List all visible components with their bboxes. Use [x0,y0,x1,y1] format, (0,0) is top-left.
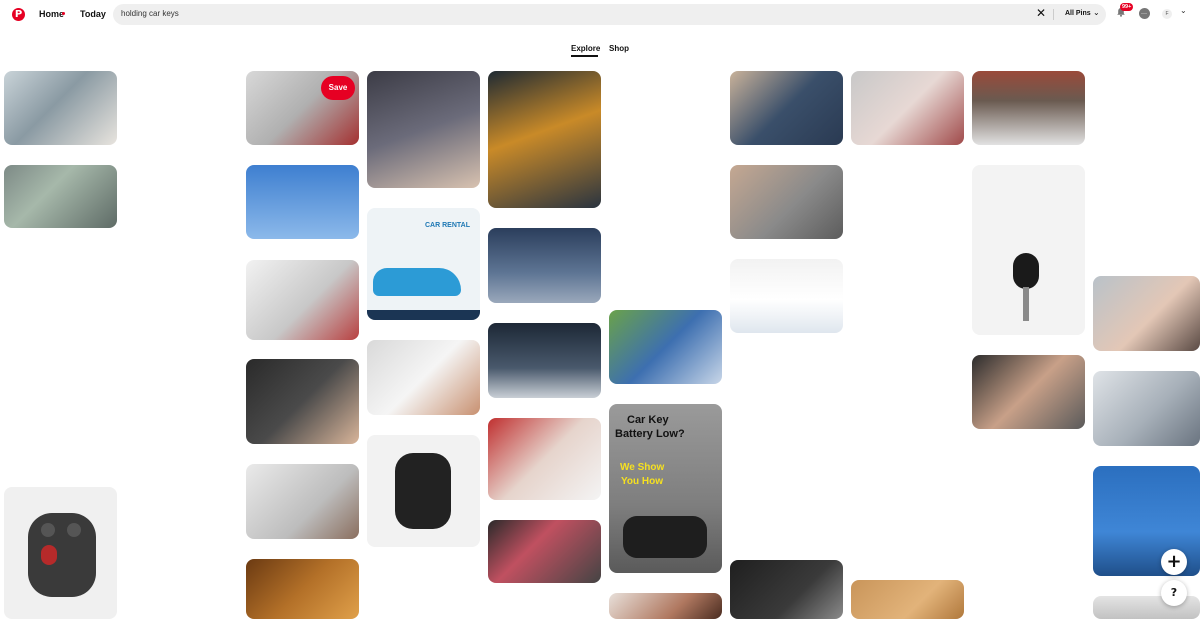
key-fob-button [41,523,55,537]
create-plus-button[interactable]: + [1161,549,1187,575]
pin-image-key-collage[interactable] [488,520,601,583]
notification-count-badge: 99+ [1120,3,1134,11]
rental-footer-bar [367,310,480,320]
pin-image-silver-car-key[interactable] [1093,371,1200,446]
pin-image-key-over-hood[interactable] [488,228,601,303]
rental-car-illustration [373,268,461,296]
pin-image-key-by-door[interactable] [730,165,843,239]
pin-image-woman-in-car[interactable] [246,464,359,539]
pin-filter-dropdown[interactable]: All Pins [1065,10,1091,17]
battery-heading-line2: Battery Low? [615,428,685,440]
pin-image-white-car-handle[interactable] [246,260,359,340]
pin-image-sunglasses[interactable] [4,165,117,228]
pin-image-hand-dangling-key[interactable] [972,165,1085,335]
tab-explore[interactable]: Explore [571,44,600,53]
nav-today-link[interactable]: Today [80,9,106,19]
user-avatar[interactable]: F [1162,9,1172,19]
pin-image-battery-low-ad[interactable]: Car Key Battery Low? We Show You How [609,404,722,573]
flip-key-image [623,516,707,558]
promo-line1: We Show [620,462,665,473]
pin-image-key-collection[interactable] [246,559,359,619]
pin-image-car-rental-ad[interactable]: CAR RENTAL [367,208,480,320]
home-notification-dot [62,12,65,15]
pin-image-man-in-car[interactable] [972,355,1085,429]
pin-image-woman-car-window[interactable] [1093,276,1200,351]
pin-image-maserati-key[interactable] [367,71,480,188]
pin-image-flip-key-shell[interactable] [367,435,480,547]
key-fob-panic-button [41,545,57,565]
key-fob-button [67,523,81,537]
pin-image-sports-car-key[interactable] [488,71,601,208]
chevron-down-icon[interactable]: ⌄ [1093,8,1100,17]
pin-image-car-interior[interactable] [730,560,843,619]
pin-image-mechanics[interactable] [730,259,843,333]
key-shell-body [395,453,451,529]
pin-image-hand-white-car[interactable] [367,340,480,415]
pin-image-car-window-keys[interactable] [4,71,117,145]
pin-image-smiling-woman[interactable] [609,593,722,619]
key-head [1013,253,1039,289]
key-fob-body [28,513,96,597]
account-menu-chevron-icon[interactable]: ⌄ [1180,6,1187,15]
active-tab-indicator [571,55,598,57]
promo-line2: You How [621,476,664,487]
key-blade [1023,287,1029,321]
help-button[interactable]: ? [1161,580,1187,606]
pin-image-man-blue-car[interactable] [609,310,722,384]
messages-dots-icon: … [1141,9,1147,16]
pin-image-woman-driver[interactable] [488,418,601,500]
search-input[interactable]: holding car keys [121,9,179,18]
top-navigation-bar: P Home Today holding car keys ✕ All Pins… [0,0,1200,30]
pin-image-remote-fob[interactable] [4,487,117,619]
pin-image-valet-key[interactable] [972,71,1085,145]
pin-image-car-headlight[interactable] [488,323,601,398]
save-button[interactable]: Save [321,76,355,100]
pin-image-smart-key-start[interactable] [246,359,359,444]
pin-image-hand-holding-key[interactable] [730,71,843,145]
search-bar[interactable]: holding car keys ✕ All Pins ⌄ [113,4,1106,25]
pinterest-logo-icon[interactable]: P [12,8,25,21]
battery-heading-line1: Car Key [627,414,669,426]
pin-image-wood-surface[interactable] [851,580,964,619]
clear-search-icon[interactable]: ✕ [1036,6,1046,20]
pin-image-key-blue-sky[interactable] [246,165,359,239]
search-divider [1053,9,1054,20]
nav-home-link[interactable]: Home [39,9,64,19]
tab-shop[interactable]: Shop [609,44,629,53]
pin-image-key-red-car[interactable] [851,71,964,145]
car-rental-heading: CAR RENTAL [425,222,470,229]
